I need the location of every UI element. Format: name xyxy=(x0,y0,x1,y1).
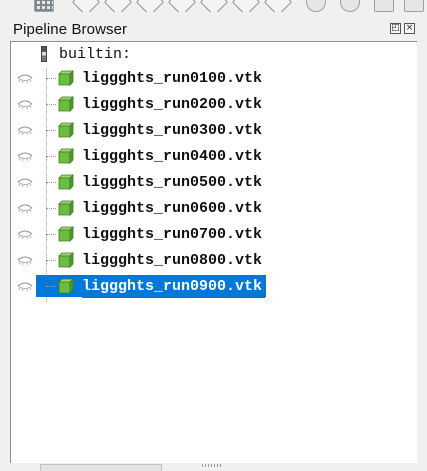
resize-grip[interactable] xyxy=(202,464,222,467)
rotate-view-icon[interactable] xyxy=(340,0,360,12)
tree-connector xyxy=(46,234,56,235)
cube-view-icon[interactable] xyxy=(231,0,261,12)
eye-closed-icon[interactable] xyxy=(17,279,33,293)
cube-view-icon[interactable] xyxy=(71,0,101,12)
dataset-cube-icon xyxy=(58,278,74,294)
tree-item-label: liggghts_run0500.vtk xyxy=(82,174,263,191)
camera-icon[interactable] xyxy=(374,0,394,12)
eye-closed-icon[interactable] xyxy=(17,201,33,215)
float-panel-button[interactable]: ◰ xyxy=(390,23,401,34)
tree-item[interactable]: liggghts_run0300.vtk xyxy=(11,118,417,144)
tree-item-label: liggghts_run0200.vtk xyxy=(82,96,263,113)
tree-connector xyxy=(46,208,56,209)
pipeline-tree[interactable]: builtin: liggghts_run0100.vtk liggghts_ru… xyxy=(10,41,418,465)
tree-item[interactable]: liggghts_run0800.vtk xyxy=(11,248,417,274)
tree-item-label: liggghts_run0300.vtk xyxy=(82,122,263,139)
panel-header: Pipeline Browser ◰ × xyxy=(0,18,427,40)
settings-icon[interactable] xyxy=(404,0,424,12)
tree-connector xyxy=(46,130,56,131)
close-panel-button[interactable]: × xyxy=(404,23,415,34)
tree-connector xyxy=(46,156,56,157)
dataset-cube-icon xyxy=(58,122,74,138)
eye-closed-icon[interactable] xyxy=(17,227,33,241)
dataset-cube-icon xyxy=(58,226,74,242)
dataset-cube-icon xyxy=(58,96,74,112)
tree-item[interactable]: liggghts_run0100.vtk xyxy=(11,66,417,92)
tree-item[interactable]: liggghts_run0400.vtk xyxy=(11,144,417,170)
eye-closed-icon[interactable] xyxy=(17,149,33,163)
tree-item[interactable]: liggghts_run0900.vtk xyxy=(11,274,417,300)
tree-item-label: liggghts_run0700.vtk xyxy=(82,226,263,243)
rotate-view-icon[interactable] xyxy=(306,0,326,12)
tree-item[interactable]: liggghts_run0600.vtk xyxy=(11,196,417,222)
dataset-cube-icon xyxy=(58,148,74,164)
server-icon xyxy=(41,46,47,62)
scrollbar[interactable] xyxy=(417,41,427,463)
cube-view-icon[interactable] xyxy=(167,0,197,12)
tree-connector xyxy=(46,182,56,183)
tree-connector xyxy=(46,104,56,105)
tree-connector xyxy=(46,260,56,261)
tree-item-label: liggghts_run0400.vtk xyxy=(82,148,263,165)
tree-item-label: liggghts_run0600.vtk xyxy=(82,200,263,217)
tree-item[interactable]: liggghts_run0700.vtk xyxy=(11,222,417,248)
tree-item-label: liggghts_run0900.vtk xyxy=(82,276,266,298)
dataset-cube-icon xyxy=(58,252,74,268)
tree-item-label: liggghts_run0100.vtk xyxy=(82,70,263,87)
panel-title: Pipeline Browser xyxy=(13,21,128,38)
dataset-cube-icon xyxy=(58,200,74,216)
tree-root-label: builtin: xyxy=(59,46,132,63)
tree-connector xyxy=(46,286,56,287)
eye-closed-icon[interactable] xyxy=(17,71,33,85)
dataset-cube-icon xyxy=(58,70,74,86)
cube-view-icon[interactable] xyxy=(263,0,293,12)
tree-item[interactable]: liggghts_run0200.vtk xyxy=(11,92,417,118)
tree-root[interactable]: builtin: xyxy=(37,44,237,66)
eye-closed-icon[interactable] xyxy=(17,123,33,137)
eye-closed-icon[interactable] xyxy=(17,97,33,111)
tree-item-label: liggghts_run0800.vtk xyxy=(82,252,263,269)
toolbar xyxy=(0,0,427,12)
tree-item[interactable]: liggghts_run0500.vtk xyxy=(11,170,417,196)
tree-connector xyxy=(46,78,56,79)
dataset-cube-icon xyxy=(58,174,74,190)
grid-icon[interactable] xyxy=(34,0,54,12)
eye-closed-icon[interactable] xyxy=(17,253,33,267)
cube-view-icon[interactable] xyxy=(199,0,229,12)
cube-view-icon[interactable] xyxy=(135,0,165,12)
cube-view-icon[interactable] xyxy=(103,0,133,12)
eye-closed-icon[interactable] xyxy=(17,175,33,189)
